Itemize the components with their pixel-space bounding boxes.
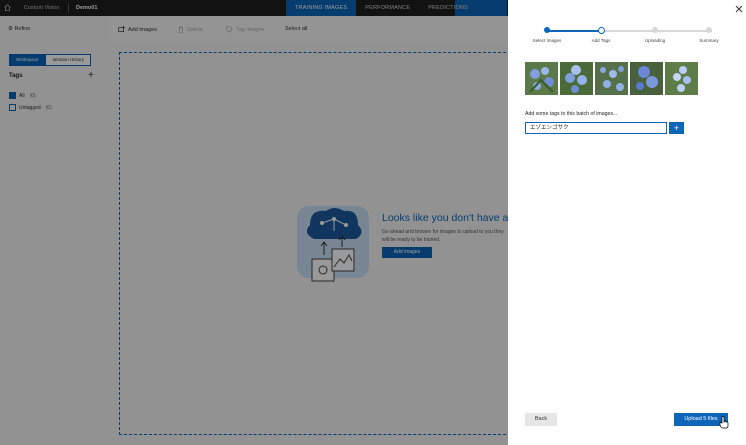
image-thumbnail[interactable] bbox=[630, 62, 663, 95]
upload-stepper: Select Images Add Tags Uploading Summary bbox=[530, 26, 720, 46]
step-progress-line bbox=[547, 30, 602, 32]
step-label-add-tags: Add Tags bbox=[591, 38, 611, 43]
step-dot-pending bbox=[706, 27, 712, 33]
modal-backdrop[interactable] bbox=[0, 0, 508, 445]
image-thumbnails bbox=[525, 62, 698, 95]
add-tag-button[interactable]: + bbox=[669, 122, 684, 134]
image-thumbnail[interactable] bbox=[665, 62, 698, 95]
step-label-select-images: Select Images bbox=[532, 38, 562, 43]
step-dot-pending bbox=[652, 27, 658, 33]
tag-input[interactable]: エゾエンゴサク bbox=[525, 122, 667, 134]
image-thumbnail[interactable] bbox=[560, 62, 593, 95]
step-dot-done bbox=[544, 27, 550, 33]
back-button[interactable]: Back bbox=[525, 413, 557, 426]
step-label-summary: Summary bbox=[699, 38, 719, 43]
step-label-uploading: Uploading bbox=[644, 38, 666, 43]
close-icon[interactable] bbox=[735, 5, 743, 13]
image-thumbnail[interactable] bbox=[525, 62, 558, 95]
step-dot-current bbox=[598, 27, 605, 34]
batch-tag-label: Add some tags to this batch of images... bbox=[525, 111, 618, 117]
image-thumbnail[interactable] bbox=[595, 62, 628, 95]
hand-cursor-icon bbox=[719, 416, 729, 429]
upload-images-panel: Select Images Add Tags Uploading Summary… bbox=[508, 0, 746, 445]
